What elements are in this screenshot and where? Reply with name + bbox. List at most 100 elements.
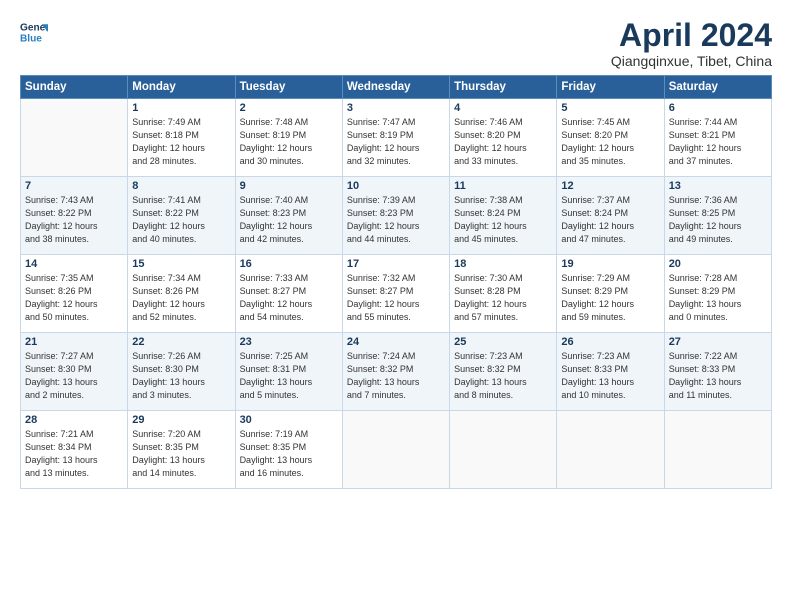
day-number: 5	[561, 102, 659, 114]
day-number: 23	[240, 336, 338, 348]
day-number: 18	[454, 258, 552, 270]
table-row: 30 Sunrise: 7:19 AM Sunset: 8:35 PM Dayli…	[235, 411, 342, 489]
day-number: 9	[240, 180, 338, 192]
day-number: 20	[669, 258, 767, 270]
col-monday: Monday	[128, 76, 235, 99]
day-number: 12	[561, 180, 659, 192]
day-number: 1	[132, 102, 230, 114]
day-info: Sunrise: 7:26 AM Sunset: 8:30 PM Dayligh…	[132, 350, 230, 402]
table-row: 28 Sunrise: 7:21 AM Sunset: 8:34 PM Dayli…	[21, 411, 128, 489]
day-info: Sunrise: 7:40 AM Sunset: 8:23 PM Dayligh…	[240, 194, 338, 246]
day-info: Sunrise: 7:37 AM Sunset: 8:24 PM Dayligh…	[561, 194, 659, 246]
table-row: 8Sunrise: 7:41 AM Sunset: 8:22 PM Daylig…	[128, 177, 235, 255]
day-number: 21	[25, 336, 123, 348]
day-info: Sunrise: 7:47 AM Sunset: 8:19 PM Dayligh…	[347, 116, 445, 168]
day-info: Sunrise: 7:27 AM Sunset: 8:30 PM Dayligh…	[25, 350, 123, 402]
table-row: 15Sunrise: 7:34 AM Sunset: 8:26 PM Dayli…	[128, 255, 235, 333]
day-number: 19	[561, 258, 659, 270]
table-row: 27Sunrise: 7:22 AM Sunset: 8:33 PM Dayli…	[664, 333, 771, 411]
day-number: 11	[454, 180, 552, 192]
table-row: 22 Sunrise: 7:26 AM Sunset: 8:30 PM Dayli…	[128, 333, 235, 411]
col-saturday: Saturday	[664, 76, 771, 99]
header: General Blue April 2024 Qiangqinxue, Tib…	[20, 18, 772, 69]
logo-icon: General Blue	[20, 18, 48, 46]
table-row: 6 Sunrise: 7:44 AM Sunset: 8:21 PM Daylig…	[664, 99, 771, 177]
col-sunday: Sunday	[21, 76, 128, 99]
page: General Blue April 2024 Qiangqinxue, Tib…	[0, 0, 792, 612]
table-row: 20 Sunrise: 7:28 AM Sunset: 8:29 PM Dayli…	[664, 255, 771, 333]
day-number: 3	[347, 102, 445, 114]
table-row: 10 Sunrise: 7:39 AM Sunset: 8:23 PM Dayli…	[342, 177, 449, 255]
table-row	[342, 411, 449, 489]
table-row: 4Sunrise: 7:46 AM Sunset: 8:20 PM Daylig…	[450, 99, 557, 177]
table-row: 17Sunrise: 7:32 AM Sunset: 8:27 PM Dayli…	[342, 255, 449, 333]
col-thursday: Thursday	[450, 76, 557, 99]
day-number: 8	[132, 180, 230, 192]
day-info: Sunrise: 7:39 AM Sunset: 8:23 PM Dayligh…	[347, 194, 445, 246]
day-info: Sunrise: 7:36 AM Sunset: 8:25 PM Dayligh…	[669, 194, 767, 246]
day-info: Sunrise: 7:22 AM Sunset: 8:33 PM Dayligh…	[669, 350, 767, 402]
day-info: Sunrise: 7:24 AM Sunset: 8:32 PM Dayligh…	[347, 350, 445, 402]
day-info: Sunrise: 7:49 AM Sunset: 8:18 PM Dayligh…	[132, 116, 230, 168]
day-number: 28	[25, 414, 123, 426]
day-info: Sunrise: 7:19 AM Sunset: 8:35 PM Dayligh…	[240, 428, 338, 480]
day-number: 6	[669, 102, 767, 114]
col-friday: Friday	[557, 76, 664, 99]
day-info: Sunrise: 7:35 AM Sunset: 8:26 PM Dayligh…	[25, 272, 123, 324]
day-number: 25	[454, 336, 552, 348]
day-number: 30	[240, 414, 338, 426]
table-row: 1 Sunrise: 7:49 AM Sunset: 8:18 PM Daylig…	[128, 99, 235, 177]
table-row: 16 Sunrise: 7:33 AM Sunset: 8:27 PM Dayli…	[235, 255, 342, 333]
title-block: April 2024 Qiangqinxue, Tibet, China	[611, 18, 772, 69]
day-number: 26	[561, 336, 659, 348]
day-info: Sunrise: 7:25 AM Sunset: 8:31 PM Dayligh…	[240, 350, 338, 402]
day-info: Sunrise: 7:48 AM Sunset: 8:19 PM Dayligh…	[240, 116, 338, 168]
day-number: 17	[347, 258, 445, 270]
day-number: 13	[669, 180, 767, 192]
table-row: 18 Sunrise: 7:30 AM Sunset: 8:28 PM Dayli…	[450, 255, 557, 333]
table-row: 14 Sunrise: 7:35 AM Sunset: 8:26 PM Dayli…	[21, 255, 128, 333]
day-info: Sunrise: 7:44 AM Sunset: 8:21 PM Dayligh…	[669, 116, 767, 168]
table-row: 12 Sunrise: 7:37 AM Sunset: 8:24 PM Dayli…	[557, 177, 664, 255]
col-wednesday: Wednesday	[342, 76, 449, 99]
table-row: 26 Sunrise: 7:23 AM Sunset: 8:33 PM Dayli…	[557, 333, 664, 411]
table-row: 2 Sunrise: 7:48 AM Sunset: 8:19 PM Daylig…	[235, 99, 342, 177]
calendar-table: Sunday Monday Tuesday Wednesday Thursday…	[20, 75, 772, 489]
day-number: 14	[25, 258, 123, 270]
table-row: 21 Sunrise: 7:27 AM Sunset: 8:30 PM Dayli…	[21, 333, 128, 411]
logo: General Blue	[20, 18, 48, 46]
day-info: Sunrise: 7:30 AM Sunset: 8:28 PM Dayligh…	[454, 272, 552, 324]
day-info: Sunrise: 7:29 AM Sunset: 8:29 PM Dayligh…	[561, 272, 659, 324]
day-number: 10	[347, 180, 445, 192]
table-row: 13 Sunrise: 7:36 AM Sunset: 8:25 PM Dayli…	[664, 177, 771, 255]
table-row: 23 Sunrise: 7:25 AM Sunset: 8:31 PM Dayli…	[235, 333, 342, 411]
table-row: 3 Sunrise: 7:47 AM Sunset: 8:19 PM Daylig…	[342, 99, 449, 177]
day-info: Sunrise: 7:21 AM Sunset: 8:34 PM Dayligh…	[25, 428, 123, 480]
day-number: 2	[240, 102, 338, 114]
day-number: 29	[132, 414, 230, 426]
table-row	[21, 99, 128, 177]
day-info: Sunrise: 7:38 AM Sunset: 8:24 PM Dayligh…	[454, 194, 552, 246]
table-row	[557, 411, 664, 489]
day-info: Sunrise: 7:28 AM Sunset: 8:29 PM Dayligh…	[669, 272, 767, 324]
day-number: 16	[240, 258, 338, 270]
day-info: Sunrise: 7:33 AM Sunset: 8:27 PM Dayligh…	[240, 272, 338, 324]
table-row: 7Sunrise: 7:43 AM Sunset: 8:22 PM Daylig…	[21, 177, 128, 255]
day-number: 24	[347, 336, 445, 348]
day-number: 15	[132, 258, 230, 270]
day-info: Sunrise: 7:23 AM Sunset: 8:32 PM Dayligh…	[454, 350, 552, 402]
day-number: 4	[454, 102, 552, 114]
month-title: April 2024	[611, 18, 772, 53]
day-number: 22	[132, 336, 230, 348]
table-row: 9 Sunrise: 7:40 AM Sunset: 8:23 PM Daylig…	[235, 177, 342, 255]
day-number: 7	[25, 180, 123, 192]
table-row: 19 Sunrise: 7:29 AM Sunset: 8:29 PM Dayli…	[557, 255, 664, 333]
day-info: Sunrise: 7:23 AM Sunset: 8:33 PM Dayligh…	[561, 350, 659, 402]
day-info: Sunrise: 7:20 AM Sunset: 8:35 PM Dayligh…	[132, 428, 230, 480]
table-row: 24 Sunrise: 7:24 AM Sunset: 8:32 PM Dayli…	[342, 333, 449, 411]
svg-text:Blue: Blue	[20, 33, 42, 44]
table-row: 11 Sunrise: 7:38 AM Sunset: 8:24 PM Dayli…	[450, 177, 557, 255]
col-tuesday: Tuesday	[235, 76, 342, 99]
table-row	[664, 411, 771, 489]
table-row: 29 Sunrise: 7:20 AM Sunset: 8:35 PM Dayli…	[128, 411, 235, 489]
